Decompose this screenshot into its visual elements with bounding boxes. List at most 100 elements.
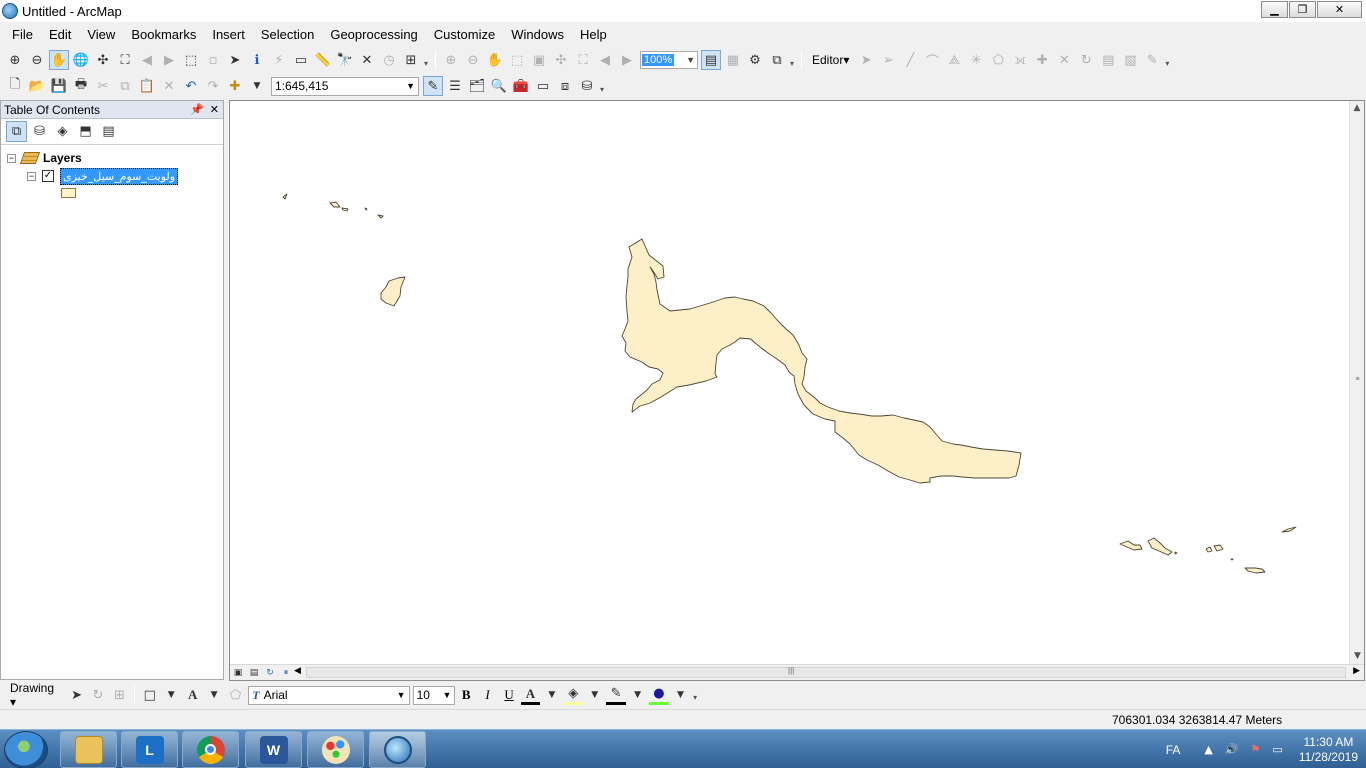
start-button[interactable] xyxy=(4,731,48,768)
taskbar-arcmap[interactable] xyxy=(369,731,426,768)
chevron-down-icon[interactable]: ▼ xyxy=(204,685,223,705)
bold-button[interactable]: B xyxy=(456,687,475,703)
open-folder-icon[interactable]: 📂 xyxy=(27,76,47,96)
menu-customize[interactable]: Customize xyxy=(426,27,503,42)
list-by-drawing-order-icon[interactable]: ⧉ xyxy=(6,121,27,142)
map-scale-combo[interactable]: 1:645,415 ▼ xyxy=(271,76,419,96)
menu-insert[interactable]: Insert xyxy=(204,27,253,42)
line-color-icon[interactable]: ✎ xyxy=(606,685,626,705)
editor-menu[interactable]: Editor▾ xyxy=(812,53,849,67)
print-icon[interactable]: 🖶 xyxy=(71,76,91,96)
action-center-flag-icon[interactable]: ⚑ xyxy=(1251,743,1261,756)
fill-color-icon[interactable]: ◈ xyxy=(563,685,583,705)
model-builder-icon[interactable]: ⧈ xyxy=(555,76,575,96)
clear-selection-icon[interactable]: ▫ xyxy=(203,50,223,70)
layers-group-label[interactable]: Layers xyxy=(43,151,82,165)
map-canvas[interactable] xyxy=(230,101,1350,664)
zoom-percent-combo[interactable]: 100% ▼ xyxy=(640,51,698,69)
search-window-icon[interactable]: 🔍 xyxy=(489,76,509,96)
undo-icon[interactable]: ↶ xyxy=(181,76,201,96)
select-elements-icon[interactable]: ➤ xyxy=(225,50,245,70)
catalog-icon[interactable]: 🗂 xyxy=(467,76,487,96)
layer-visibility-checkbox[interactable]: ✓ xyxy=(42,170,54,182)
menu-bookmarks[interactable]: Bookmarks xyxy=(123,27,204,42)
focus-data-frame-icon[interactable]: ▦ xyxy=(723,50,743,70)
zoom-100-icon[interactable]: ▣ xyxy=(529,50,549,70)
create-features-icon[interactable]: ✎ xyxy=(1142,50,1162,70)
text-icon[interactable]: A xyxy=(183,685,202,705)
back-extent-icon[interactable]: ◀ xyxy=(137,50,157,70)
select-features-icon[interactable]: ⬚ xyxy=(181,50,201,70)
paste-icon[interactable]: 📋 xyxy=(137,76,157,96)
pause-drawing-icon[interactable]: ⏸ xyxy=(278,666,294,680)
layout-back-icon[interactable]: ◀ xyxy=(595,50,615,70)
fixed-zoom-in-icon[interactable]: ✣ xyxy=(93,50,113,70)
menu-view[interactable]: View xyxy=(79,27,123,42)
italic-button[interactable]: I xyxy=(478,687,497,703)
layout-zoom-in-icon[interactable]: ⊕ xyxy=(441,50,461,70)
forward-extent-icon[interactable]: ▶ xyxy=(159,50,179,70)
python-window-icon[interactable]: ▭ xyxy=(533,76,553,96)
taskbar-paint[interactable] xyxy=(307,731,364,768)
chevron-down-icon[interactable]: ▼ xyxy=(585,685,604,705)
underline-button[interactable]: U xyxy=(499,687,518,703)
font-color-icon[interactable]: A xyxy=(520,685,541,705)
pin-icon[interactable]: 📌 xyxy=(190,103,204,116)
chevron-down-icon[interactable]: ▼ xyxy=(397,690,409,700)
toolbar-options-icon[interactable]: ▾ xyxy=(790,59,797,73)
layout-pan-icon[interactable]: ✋ xyxy=(485,50,505,70)
edit-tool-icon[interactable]: ➤ xyxy=(856,50,876,70)
taskbar-chrome[interactable] xyxy=(182,731,239,768)
zoom-out-icon[interactable]: ⊖ xyxy=(27,50,47,70)
map-vertical-scrollbar[interactable]: ▲ ≡ ▼ xyxy=(1349,101,1364,664)
add-data-dropdown-icon[interactable]: ▼ xyxy=(247,76,267,96)
toolbar-options-icon[interactable]: ▾ xyxy=(693,693,700,707)
chevron-down-icon[interactable]: ▼ xyxy=(686,55,697,65)
menu-windows[interactable]: Windows xyxy=(503,27,572,42)
layer-symbol-swatch[interactable] xyxy=(61,188,76,198)
toolbar-options-icon[interactable]: ▾ xyxy=(1165,59,1172,73)
zoom-whole-page-icon[interactable]: ⬚ xyxy=(507,50,527,70)
clock[interactable]: 11:30 AM 11/28/2019 xyxy=(1299,735,1358,765)
layout-view-icon[interactable]: ▣ xyxy=(230,666,246,680)
close-icon[interactable]: ✕ xyxy=(210,103,219,116)
arcgis-online-icon[interactable]: ⛁ xyxy=(577,76,597,96)
list-by-selection-icon[interactable]: ⬒ xyxy=(75,121,96,142)
reshape-icon[interactable]: ⟗ xyxy=(1010,50,1030,70)
save-icon[interactable]: 💾 xyxy=(49,76,69,96)
menu-geoprocessing[interactable]: Geoprocessing xyxy=(322,27,425,42)
map-horizontal-scrollbar[interactable]: ◀ ||| ▶ xyxy=(294,666,1360,679)
add-data-icon[interactable]: ✚ xyxy=(225,76,245,96)
cut-icon[interactable]: ✂ xyxy=(93,76,113,96)
full-extent-icon[interactable]: 🌐 xyxy=(71,50,91,70)
marker-color-icon[interactable]: ● xyxy=(649,685,669,705)
rectangle-icon[interactable]: □ xyxy=(140,685,159,705)
layout-forward-icon[interactable]: ▶ xyxy=(617,50,637,70)
scrollbar-thumb[interactable] xyxy=(306,667,1346,678)
split-icon[interactable]: ✕ xyxy=(1054,50,1074,70)
menu-selection[interactable]: Selection xyxy=(253,27,322,42)
toc-options-icon[interactable]: ▤ xyxy=(98,121,119,142)
new-document-icon[interactable]: 🗋 xyxy=(5,76,25,96)
toggle-draft-mode-icon[interactable]: ▤ xyxy=(701,50,721,70)
taskbar-explorer[interactable] xyxy=(60,731,117,768)
menu-help[interactable]: Help xyxy=(572,27,615,42)
zoom-to-elements-icon[interactable]: ⊞ xyxy=(110,685,129,705)
drawing-menu[interactable]: Drawing ▾ xyxy=(10,681,62,709)
font-size-combo[interactable]: 10 ▼ xyxy=(412,685,456,705)
toolbar-options-icon[interactable]: ▾ xyxy=(424,59,431,73)
close-button[interactable]: ✕ xyxy=(1317,1,1362,18)
find-icon[interactable]: 🔭 xyxy=(335,50,355,70)
hyperlink-icon[interactable]: ⚡ xyxy=(269,50,289,70)
chevron-down-icon[interactable]: ▼ xyxy=(628,685,647,705)
data-view-icon[interactable]: ▤ xyxy=(246,666,262,680)
arctoolbox-icon[interactable]: 🧰 xyxy=(511,76,531,96)
cut-polygons-icon[interactable]: ✚ xyxy=(1032,50,1052,70)
fixed-zoom-in-layout-icon[interactable]: ✣ xyxy=(551,50,571,70)
edit-vertices-icon[interactable]: ⬠ xyxy=(988,50,1008,70)
rotate-element-icon[interactable]: ↻ xyxy=(88,685,107,705)
scroll-down-icon[interactable]: ▼ xyxy=(1350,649,1365,664)
maximize-button[interactable]: ❐ xyxy=(1289,1,1316,18)
list-by-visibility-icon[interactable]: ◈ xyxy=(52,121,73,142)
collapse-icon[interactable]: − xyxy=(27,171,36,181)
